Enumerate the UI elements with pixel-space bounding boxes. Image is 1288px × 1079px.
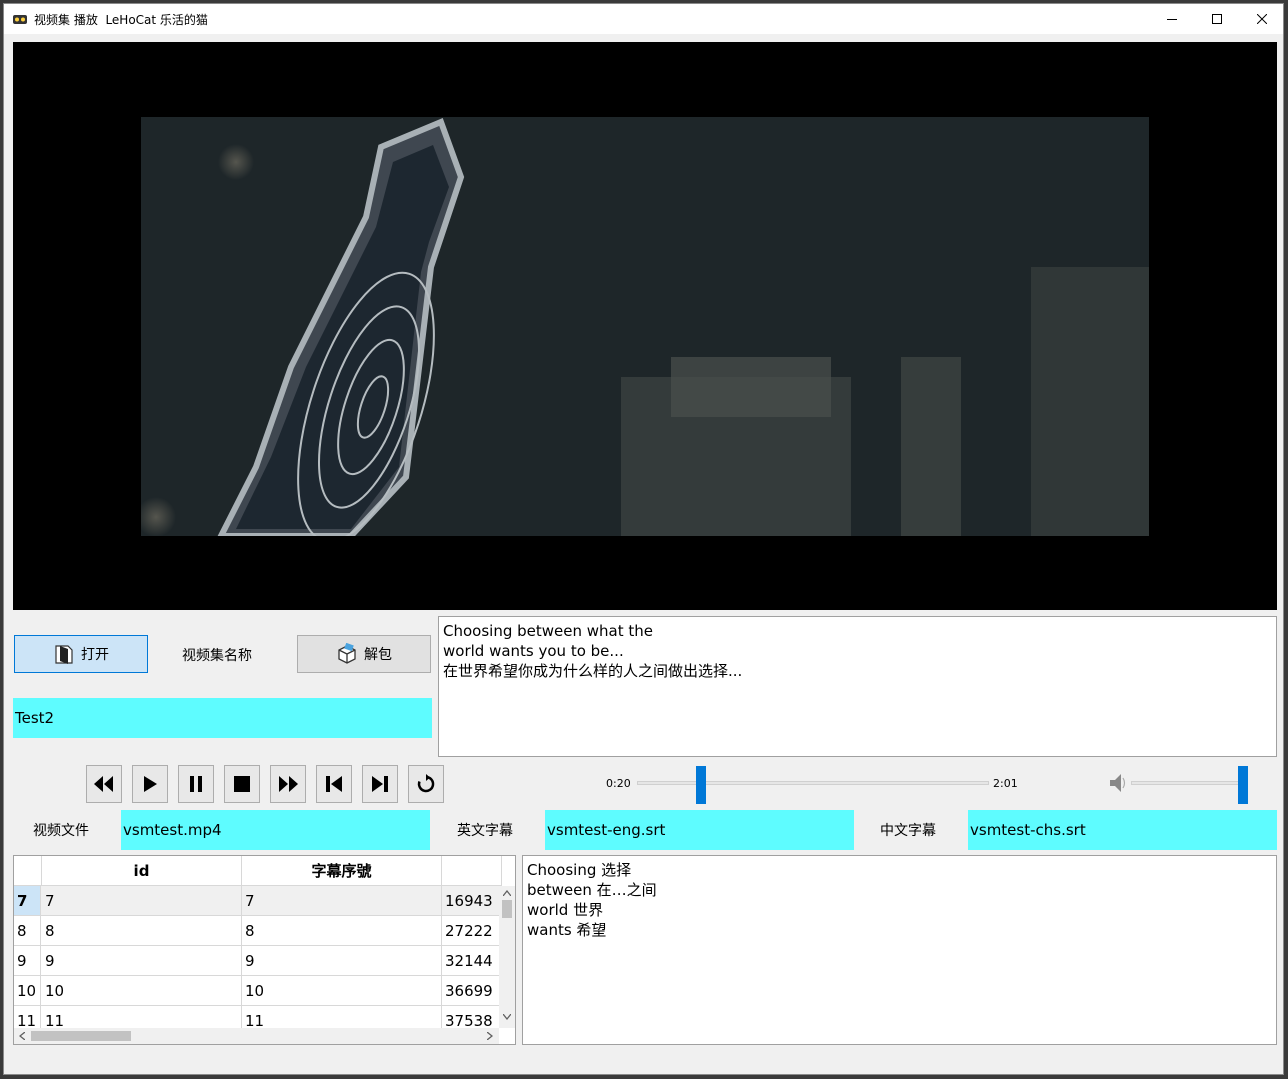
maximize-button[interactable] xyxy=(1194,4,1240,34)
fast-forward-icon xyxy=(279,776,298,792)
volume-slider-thumb[interactable] xyxy=(1238,766,1248,804)
title-bar[interactable]: 视频集 播放 LeHoCat 乐活的猫 xyxy=(4,4,1283,34)
column-header-time[interactable] xyxy=(442,856,502,886)
cell-time[interactable]: 16943 xyxy=(442,886,502,915)
vocabulary-display[interactable]: Choosing 选择 between 在…之间 world 世界 wants … xyxy=(522,855,1277,1045)
cell-time[interactable]: 27222 xyxy=(442,916,502,945)
table-row[interactable]: 9 9 9 32144 xyxy=(14,946,499,976)
play-icon xyxy=(144,776,157,792)
volume-icon[interactable] xyxy=(1107,770,1127,796)
previous-subtitle-icon xyxy=(326,776,342,792)
rewind-icon xyxy=(94,776,113,792)
minimize-icon xyxy=(1167,19,1177,20)
video-scene xyxy=(141,117,1149,536)
cell-seq[interactable]: 10 xyxy=(242,976,442,1005)
row-header[interactable]: 7 xyxy=(14,886,41,915)
next-subtitle-button[interactable] xyxy=(362,765,398,803)
package-icon xyxy=(338,643,356,664)
column-header-id[interactable]: id xyxy=(42,856,242,886)
window-title: 视频集 播放 LeHoCat 乐活的猫 xyxy=(34,13,208,27)
subtitle-line: Choosing between what the xyxy=(443,622,653,640)
next-subtitle-icon xyxy=(372,776,388,792)
open-file-icon xyxy=(55,645,73,664)
pause-icon xyxy=(190,776,202,792)
cell-id[interactable]: 7 xyxy=(42,886,242,915)
volume-slider[interactable] xyxy=(1131,766,1248,804)
app-icon xyxy=(13,15,27,24)
row-header[interactable]: 8 xyxy=(14,916,41,945)
cell-id[interactable]: 10 xyxy=(42,976,242,1005)
cell-id[interactable]: 9 xyxy=(42,946,242,975)
horizontal-scroll-thumb[interactable] xyxy=(31,1031,131,1041)
english-subtitle-label: 英文字幕 xyxy=(457,823,513,839)
cell-seq[interactable]: 8 xyxy=(242,916,442,945)
previous-subtitle-button[interactable] xyxy=(316,765,352,803)
table-corner xyxy=(14,856,42,886)
scroll-up-icon[interactable] xyxy=(503,890,511,896)
table-row[interactable]: 7 7 7 16943 xyxy=(14,886,499,916)
scroll-left-icon[interactable] xyxy=(19,1032,25,1040)
vocabulary-line: Choosing 选择 xyxy=(527,861,632,879)
vocabulary-line: between 在…之间 xyxy=(527,881,657,899)
pause-button[interactable] xyxy=(178,765,214,803)
play-button[interactable] xyxy=(132,765,168,803)
collection-name-field[interactable]: Test2 xyxy=(13,698,432,738)
scroll-right-icon[interactable] xyxy=(487,1032,493,1040)
video-player[interactable] xyxy=(13,42,1277,610)
collection-name-label: 视频集名称 xyxy=(182,648,252,664)
progress-slider-thumb[interactable] xyxy=(696,766,707,804)
chinese-subtitle-field[interactable]: vsmtest-chs.srt xyxy=(968,810,1277,850)
close-button[interactable] xyxy=(1239,4,1283,34)
horizontal-scrollbar[interactable] xyxy=(14,1028,499,1044)
replay-icon xyxy=(417,774,435,793)
table-row[interactable]: 8 8 8 27222 xyxy=(14,916,499,946)
cell-time[interactable]: 32144 xyxy=(442,946,502,975)
chinese-subtitle-label: 中文字幕 xyxy=(880,823,936,839)
table-row[interactable]: 10 10 10 36699 xyxy=(14,976,499,1006)
vertical-scrollbar[interactable] xyxy=(499,886,515,1028)
video-file-field[interactable]: vsmtest.mp4 xyxy=(121,810,430,850)
vertical-scroll-thumb[interactable] xyxy=(502,900,512,918)
vocabulary-line: wants 希望 xyxy=(527,921,607,939)
subtitle-line: 在世界希望你成为什么样的人之间做出选择... xyxy=(443,662,743,680)
replay-button[interactable] xyxy=(408,765,444,803)
total-time: 2:01 xyxy=(993,777,1018,790)
subtitle-table[interactable]: id 字幕序號 7 7 7 16943 8 8 8 27222 9 9 9 32… xyxy=(13,855,516,1045)
english-subtitle-field[interactable]: vsmtest-eng.srt xyxy=(545,810,854,850)
open-button[interactable]: 打开 xyxy=(14,635,148,673)
minimize-button[interactable] xyxy=(1149,4,1195,34)
current-time: 0:20 xyxy=(606,777,631,790)
rewind-button[interactable] xyxy=(86,765,122,803)
progress-slider[interactable] xyxy=(637,766,989,804)
subtitle-display[interactable]: Choosing between what the world wants yo… xyxy=(438,616,1277,757)
cell-seq[interactable]: 9 xyxy=(242,946,442,975)
unpack-button[interactable]: 解包 xyxy=(297,635,431,673)
vocabulary-line: world 世界 xyxy=(527,901,604,919)
row-header[interactable]: 9 xyxy=(14,946,41,975)
app-window: 视频集 播放 LeHoCat 乐活的猫 打开 视频集名称 解包 Test2 Ch… xyxy=(3,3,1284,1075)
column-header-seq[interactable]: 字幕序號 xyxy=(242,856,442,886)
stop-icon xyxy=(234,776,250,792)
close-icon xyxy=(1257,14,1267,24)
maximize-icon xyxy=(1212,14,1222,24)
row-header[interactable]: 10 xyxy=(14,976,41,1005)
scroll-down-icon[interactable] xyxy=(503,1014,511,1020)
cell-id[interactable]: 8 xyxy=(42,916,242,945)
unpack-button-label: 解包 xyxy=(364,647,392,663)
video-frame xyxy=(141,117,1149,536)
video-file-label: 视频文件 xyxy=(33,823,89,839)
open-button-label: 打开 xyxy=(81,647,109,663)
cell-seq[interactable]: 7 xyxy=(242,886,442,915)
cell-time[interactable]: 36699 xyxy=(442,976,502,1005)
stop-button[interactable] xyxy=(224,765,260,803)
fast-forward-button[interactable] xyxy=(270,765,306,803)
subtitle-line: world wants you to be... xyxy=(443,642,624,660)
